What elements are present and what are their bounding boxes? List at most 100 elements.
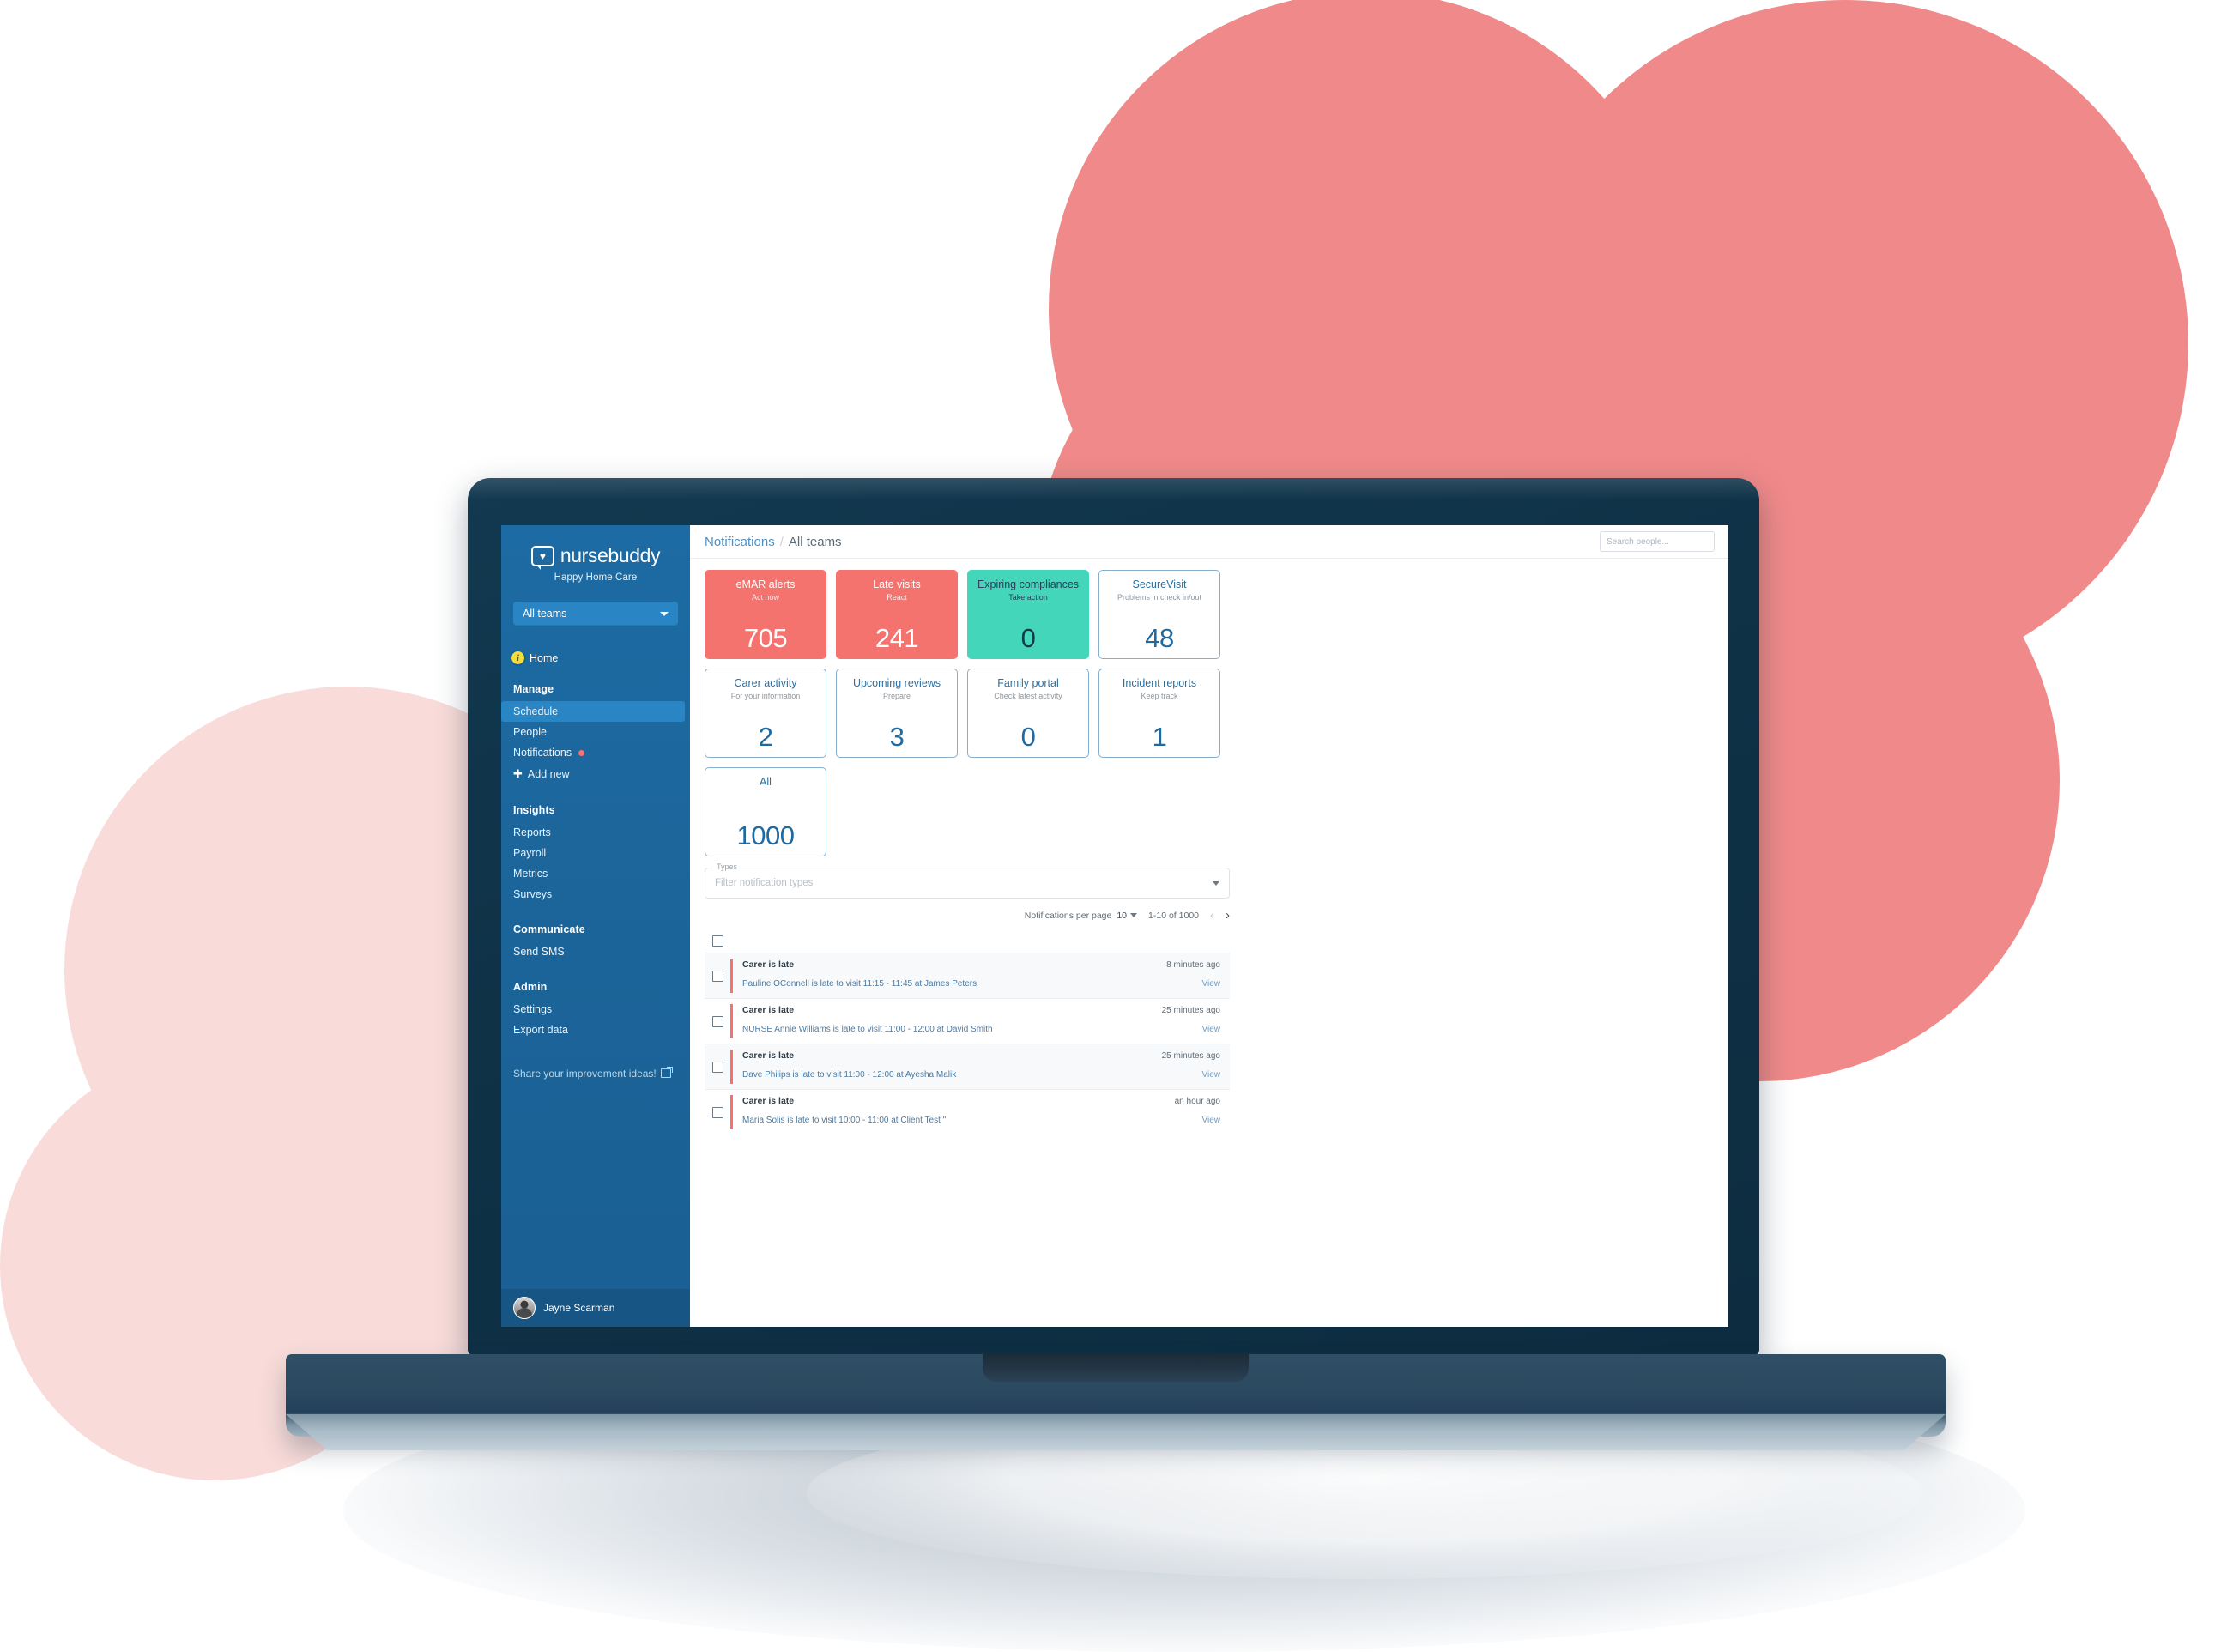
row-body: Carer is late 25 minutes ago Dave Philip… xyxy=(733,1044,1230,1089)
notification-time: 8 minutes ago xyxy=(1166,960,1220,970)
pagination-prev-button[interactable]: ‹ xyxy=(1210,909,1214,922)
breadcrumb: Notifications / All teams xyxy=(705,535,842,549)
sidebar-group-heading: Manage xyxy=(513,683,554,695)
row-checkbox[interactable] xyxy=(711,1061,723,1073)
notification-description: Pauline OConnell is late to visit 11:15 … xyxy=(742,979,977,989)
improvement-ideas-link[interactable]: Share your improvement ideas! xyxy=(501,1066,690,1081)
sidebar-item-metrics[interactable]: Metrics xyxy=(501,863,690,884)
select-all-checkbox[interactable] xyxy=(712,935,723,947)
row-checkbox[interactable] xyxy=(711,1106,723,1118)
stat-card-all[interactable]: All 1000 xyxy=(705,767,826,856)
notification-row[interactable]: Carer is late an hour ago Maria Solis is… xyxy=(705,1089,1230,1135)
sidebar-item-add-new[interactable]: ✚ Add new xyxy=(501,763,690,785)
stat-card-family-portal[interactable]: Family portal Check latest activity 0 xyxy=(967,669,1089,758)
stat-card-title: Incident reports xyxy=(1122,677,1197,689)
external-link-icon xyxy=(660,1067,673,1078)
sidebar-item-home[interactable]: i Home xyxy=(501,651,690,664)
types-filter-select[interactable]: Filter notification types xyxy=(705,868,1230,899)
search-input[interactable]: Search people... xyxy=(1600,531,1715,552)
row-checkbox[interactable] xyxy=(711,970,723,982)
types-filter-placeholder: Filter notification types xyxy=(715,878,814,888)
sidebar-group-heading: Insights xyxy=(513,804,555,816)
laptop-base-front xyxy=(286,1414,1946,1450)
notification-row[interactable]: Carer is late 25 minutes ago Dave Philip… xyxy=(705,1044,1230,1089)
team-selector-value: All teams xyxy=(523,608,567,620)
pagination: Notifications per page 10 1-10 of 1000 ‹… xyxy=(705,909,1230,922)
notification-view-link[interactable]: View xyxy=(1202,1116,1221,1125)
sidebar-item-reports[interactable]: Reports xyxy=(501,822,690,843)
stat-card-value: 0 xyxy=(1020,722,1036,752)
sidebar-item-label: Export data xyxy=(513,1024,568,1036)
sidebar-nav: i Home Manage Schedule People Notificati… xyxy=(501,626,690,1289)
stat-card-title: Upcoming reviews xyxy=(852,677,941,689)
sidebar-group-heading: Communicate xyxy=(513,923,585,935)
sidebar-group-manage: Manage Schedule People Notifications ✚ A… xyxy=(501,683,690,785)
brand-name: nursebuddy xyxy=(560,544,661,566)
notification-row[interactable]: Carer is late 8 minutes ago Pauline OCon… xyxy=(705,953,1230,998)
sidebar-item-label: Schedule xyxy=(513,705,559,717)
chevron-down-icon xyxy=(1213,880,1219,886)
sidebar-item-label: Send SMS xyxy=(513,946,565,958)
nursebuddy-logo-icon: ♥ xyxy=(530,545,554,570)
notification-view-link[interactable]: View xyxy=(1202,1025,1221,1034)
notification-row[interactable]: Carer is late 25 minutes ago NURSE Annie… xyxy=(705,998,1230,1044)
notification-view-link[interactable]: View xyxy=(1202,1070,1221,1080)
stat-card-value: 1000 xyxy=(736,820,795,850)
row-checkbox-cell xyxy=(705,953,730,998)
plus-icon: ✚ xyxy=(513,767,523,780)
per-page-select[interactable]: 10 xyxy=(1117,911,1138,921)
sidebar-item-settings[interactable]: Settings xyxy=(501,999,690,1020)
stat-card-subtitle: Problems in check in/out xyxy=(1117,592,1202,602)
brand-subtitle: Happy Home Care xyxy=(554,572,638,583)
chevron-down-icon xyxy=(1130,913,1138,917)
per-page-group: Notifications per page 10 xyxy=(1025,911,1138,921)
team-selector[interactable]: All teams xyxy=(513,602,678,626)
stat-card-title: Late visits xyxy=(873,578,921,590)
sidebar-item-schedule[interactable]: Schedule xyxy=(501,701,685,722)
pagination-next-button[interactable]: › xyxy=(1226,909,1230,922)
brand: ♥ nursebuddy Happy Home Care xyxy=(501,525,690,588)
topbar: Notifications / All teams Search people.… xyxy=(690,525,1728,559)
row-body: Carer is late an hour ago Maria Solis is… xyxy=(733,1090,1230,1135)
stat-card-subtitle: React xyxy=(887,592,907,602)
sidebar-group-communicate: Communicate Send SMS xyxy=(501,923,690,962)
stat-card-incident-reports[interactable]: Incident reports Keep track 1 xyxy=(1098,669,1220,758)
stat-card-securevisit[interactable]: SecureVisit Problems in check in/out 48 xyxy=(1098,570,1220,659)
app-screen: ♥ nursebuddy Happy Home Care All teams i… xyxy=(501,525,1728,1327)
stat-card-carer-activity[interactable]: Carer activity For your information 2 xyxy=(705,669,826,758)
stat-card-expiring-compliances[interactable]: Expiring compliances Take action 0 xyxy=(967,570,1089,659)
sidebar-item-label: Notifications xyxy=(513,747,572,759)
sidebar-item-people[interactable]: People xyxy=(501,722,690,742)
notification-title: Carer is late xyxy=(742,1050,795,1061)
sidebar-item-notifications[interactable]: Notifications xyxy=(501,742,690,763)
sidebar-item-export-data[interactable]: Export data xyxy=(501,1020,690,1040)
notification-title: Carer is late xyxy=(742,1096,795,1106)
sidebar-item-surveys[interactable]: Surveys xyxy=(501,884,690,905)
notification-list: Carer is late 8 minutes ago Pauline OCon… xyxy=(705,929,1230,1135)
improvement-ideas-label: Share your improvement ideas! xyxy=(513,1068,657,1080)
notification-view-link[interactable]: View xyxy=(1202,979,1221,989)
notification-description: Maria Solis is late to visit 10:00 - 11:… xyxy=(742,1116,947,1125)
stat-card-subtitle: Check latest activity xyxy=(994,691,1062,700)
chevron-down-icon xyxy=(660,611,669,616)
stat-card-value: 1 xyxy=(1152,722,1167,752)
notification-time: an hour ago xyxy=(1174,1097,1220,1106)
search-placeholder: Search people... xyxy=(1607,536,1669,547)
stat-card-subtitle: Take action xyxy=(1008,592,1048,602)
sidebar-group-heading: Admin xyxy=(513,981,548,993)
stat-card-upcoming-reviews[interactable]: Upcoming reviews Prepare 3 xyxy=(836,669,958,758)
breadcrumb-link-notifications[interactable]: Notifications xyxy=(705,535,775,549)
stat-card-late-visits[interactable]: Late visits React 241 xyxy=(836,570,958,659)
sidebar-item-send-sms[interactable]: Send SMS xyxy=(501,941,690,962)
stat-card-grid: eMAR alerts Act now 705 Late visits Reac… xyxy=(705,570,1230,856)
row-checkbox[interactable] xyxy=(711,1015,723,1027)
sidebar-group-admin: Admin Settings Export data xyxy=(501,981,690,1040)
notification-title: Carer is late xyxy=(742,1005,795,1015)
notification-title: Carer is late xyxy=(742,959,795,970)
notification-time: 25 minutes ago xyxy=(1161,1051,1220,1061)
stat-card-value: 241 xyxy=(875,623,919,653)
sidebar-user-bar[interactable]: Jayne Scarman xyxy=(501,1289,690,1327)
sidebar-item-payroll[interactable]: Payroll xyxy=(501,843,690,863)
stat-card-emar-alerts[interactable]: eMAR alerts Act now 705 xyxy=(705,570,826,659)
stat-card-title: All xyxy=(760,776,772,788)
